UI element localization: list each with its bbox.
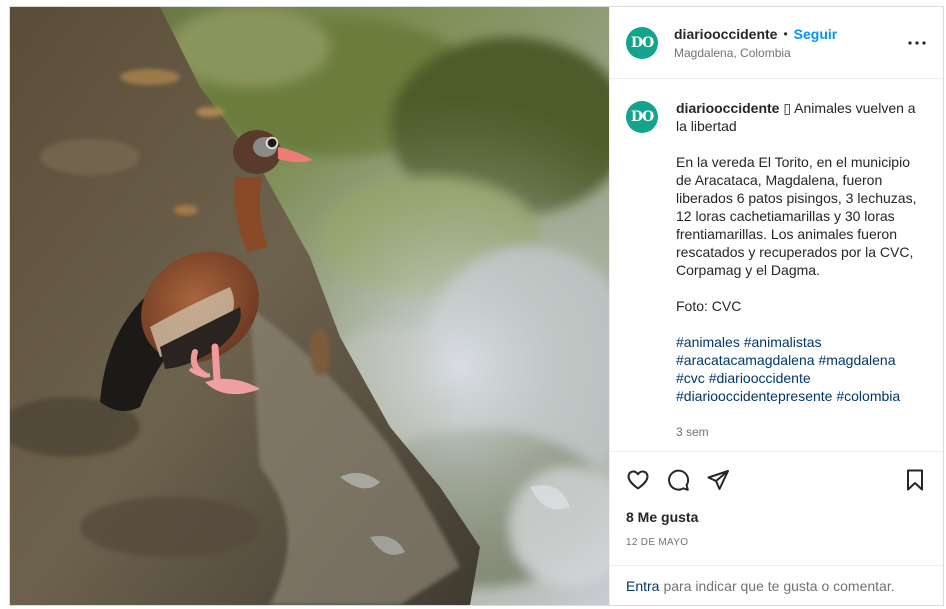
caption-paragraph: En la vereda El Torito, en el municipio … (676, 154, 917, 278)
caption-username[interactable]: diariooccidente (676, 100, 779, 116)
post-location[interactable]: Magdalena, Colombia (674, 46, 837, 60)
more-options-icon[interactable] (905, 31, 929, 55)
hashtag-link[interactable]: #animales (676, 334, 740, 350)
caption-hashtags: #animales #animalistas #aracatacamagdale… (676, 333, 927, 405)
login-prompt-text: para indicar que te gusta o comentar. (663, 577, 895, 594)
duck-by-pond-image (10, 7, 609, 605)
comment-icon[interactable] (666, 468, 690, 492)
hashtag-link[interactable]: #aracatacamagdalena (676, 352, 815, 368)
post-actions (610, 451, 943, 507)
caption-author-avatar[interactable]: DO (626, 101, 658, 133)
caption-photo-credit: Foto: CVC (676, 298, 742, 314)
follow-button[interactable]: Seguir (794, 26, 838, 42)
comment-login-bar: Entra para indicar que te gusta o coment… (610, 565, 943, 605)
header-separator: • (783, 26, 788, 41)
caption-timestamp[interactable]: 3 sem (676, 423, 927, 441)
login-link[interactable]: Entra (626, 578, 659, 594)
post-header: DO diariooccidente • Seguir Magdalena, C… (610, 7, 943, 79)
instagram-post: DO diariooccidente • Seguir Magdalena, C… (9, 6, 944, 606)
hashtag-link[interactable]: #diariooccidentepresente (676, 388, 832, 404)
header-row: diariooccidente • Seguir (674, 26, 837, 42)
post-sidebar: DO diariooccidente • Seguir Magdalena, C… (609, 7, 943, 605)
send-icon[interactable] (706, 468, 730, 492)
like-count[interactable]: 8 Me gusta (610, 509, 943, 527)
hashtag-link[interactable]: #animalistas (744, 334, 822, 350)
header-text: diariooccidente • Seguir Magdalena, Colo… (674, 26, 837, 60)
post-date[interactable]: 12 DE MAYO (610, 537, 943, 551)
hashtag-link[interactable]: #cvc (676, 370, 705, 386)
post-photo[interactable] (10, 7, 609, 605)
bookmark-icon[interactable] (903, 468, 927, 492)
hashtag-link[interactable]: #colombia (836, 388, 900, 404)
caption-body: diariooccidente ▯ Animales vuelven a la … (676, 99, 927, 451)
author-avatar[interactable]: DO (626, 26, 658, 59)
author-username[interactable]: diariooccidente (674, 26, 777, 42)
hashtag-link[interactable]: #diariooccidente (709, 370, 811, 386)
caption-area: DO diariooccidente ▯ Animales vuelven a … (610, 79, 943, 451)
hashtag-link[interactable]: #magdalena (818, 352, 895, 368)
heart-icon[interactable] (626, 468, 650, 492)
